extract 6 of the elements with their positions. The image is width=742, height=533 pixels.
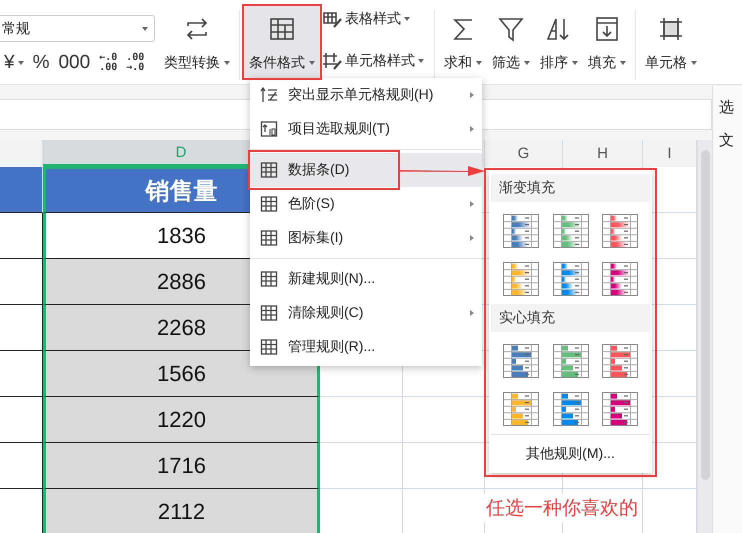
table-cell: 2112	[43, 489, 320, 533]
panel-label: 选	[719, 98, 735, 117]
table-cell: 1220	[43, 397, 320, 443]
panel-label: 文	[719, 131, 735, 150]
table-cell: 1716	[43, 443, 320, 489]
section-title: 实心填充	[491, 304, 650, 332]
